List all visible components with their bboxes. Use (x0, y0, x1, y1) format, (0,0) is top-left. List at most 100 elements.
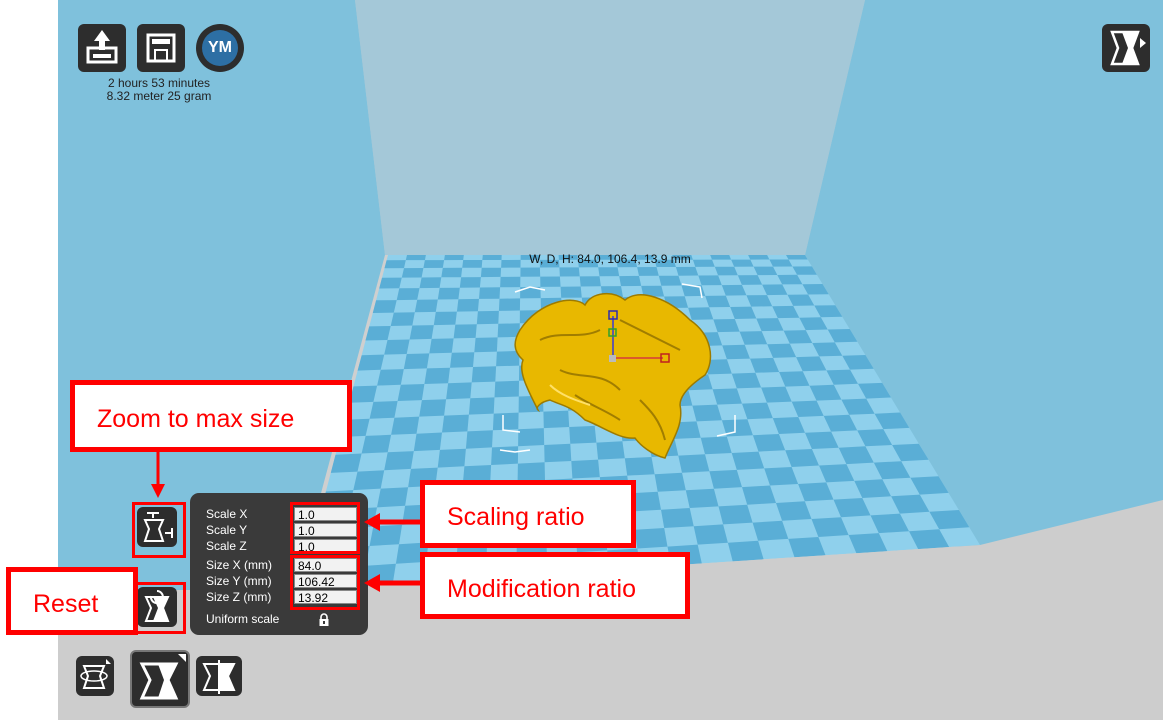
floor-tile (786, 255, 808, 260)
floor-tile (543, 410, 570, 429)
floor-tile (494, 380, 519, 398)
floor-tile (396, 288, 420, 301)
rotate-tool-button[interactable] (76, 656, 114, 696)
floor-tile (497, 323, 520, 338)
floor-tile (700, 436, 732, 455)
mirror-tool-button[interactable] (196, 656, 242, 696)
floor-tile (372, 300, 397, 313)
zoom-annotation: Zoom to max size (70, 380, 352, 452)
floor-tile (444, 255, 464, 261)
floor-tile (560, 286, 582, 298)
floor-tile (752, 520, 789, 541)
load-button[interactable] (78, 24, 126, 72)
floor-tile (357, 354, 385, 371)
floor-tile (748, 255, 770, 260)
floor-tile (409, 325, 434, 340)
floor-tile (429, 338, 454, 354)
floor-tile (361, 434, 392, 454)
floor-tile (330, 453, 362, 473)
floor-tile (474, 337, 498, 353)
floor-tile (437, 448, 466, 468)
floor-tile (480, 267, 502, 278)
floor-tile (377, 369, 404, 386)
save-button[interactable] (137, 24, 185, 72)
max-size-highlight (132, 502, 186, 558)
floor-tile (492, 412, 519, 431)
floor-tile (658, 275, 682, 286)
floor-tile (465, 430, 493, 449)
floor-tile (731, 259, 754, 267)
print-material: 8.32 meter 25 gram (106, 89, 212, 103)
scaling-annotation-text: Scaling ratio (447, 503, 585, 531)
floor-tile (390, 312, 415, 326)
modification-arrow (364, 574, 420, 592)
floor-tile (384, 339, 410, 355)
floor-tile (401, 268, 424, 278)
view-mode-icon (1110, 30, 1146, 66)
mirror-tool-icon (202, 660, 236, 694)
view-mode-button[interactable] (1102, 24, 1150, 72)
load-icon (86, 30, 118, 64)
floor-tile (540, 276, 561, 287)
reset-annotation: Reset (6, 567, 138, 635)
floor-tile (619, 275, 642, 287)
floor-tile (544, 443, 572, 463)
scale-x-label: Scale X (206, 507, 248, 521)
modification-annotation: Modification ratio (420, 552, 690, 619)
reset-annotation-text: Reset (33, 590, 99, 618)
floor-tile (500, 276, 521, 288)
floor-tile (693, 524, 728, 545)
scaling-arrow (364, 513, 420, 531)
floor-tile (377, 487, 409, 508)
rotate-tool-icon (80, 659, 111, 689)
floor-tile (391, 416, 420, 435)
floor-tile (468, 397, 495, 415)
back-wall (355, 0, 865, 255)
floor-tile (579, 276, 601, 287)
floor-tile (688, 307, 714, 320)
floor-tile (419, 277, 442, 289)
floor-tile (479, 287, 501, 299)
user-avatar-button[interactable]: YM (196, 24, 244, 72)
scale-tool-icon (139, 654, 186, 700)
floor-tile (624, 457, 655, 476)
floor-tile (456, 298, 479, 312)
floor-tile (476, 310, 499, 325)
floor-tile (433, 311, 457, 326)
size-y-label: Size Y (mm) (206, 574, 272, 588)
floor-tile (518, 428, 545, 447)
floor-tile (705, 295, 731, 308)
floor-tile (471, 366, 497, 383)
floor-tile (423, 260, 445, 268)
floor-tile (637, 267, 659, 276)
floor-tile (520, 267, 541, 277)
scaling-fields-highlight (290, 502, 360, 554)
scaling-annotation: Scaling ratio (420, 480, 636, 548)
floor-tile (462, 260, 483, 268)
floor-tile (569, 425, 597, 444)
floor-tile (496, 350, 520, 367)
save-icon (146, 33, 176, 63)
reset-highlight (132, 582, 186, 634)
floor-tile (685, 488, 719, 508)
floor-tile (678, 454, 710, 473)
floor-tile (731, 451, 765, 470)
floor-tile (675, 266, 699, 276)
floor-tile (450, 352, 475, 368)
lock-icon[interactable] (318, 613, 330, 627)
floor-tile (353, 470, 385, 491)
floor-tile (517, 462, 545, 482)
scale-y-label: Scale Y (206, 523, 248, 537)
floor-tile (384, 260, 406, 269)
floor-tile (365, 326, 391, 341)
floor-tile (571, 459, 600, 479)
floor-tile (441, 267, 463, 278)
floor-tile (727, 540, 764, 562)
scale-tool-button[interactable] (130, 650, 190, 708)
floor-tile (714, 266, 738, 276)
floor-tile (559, 267, 580, 277)
size-z-label: Size Z (mm) (206, 590, 272, 604)
floor-tile (413, 432, 442, 452)
print-estimate: 2 hours 53 minutes 8.32 meter 25 gram (74, 77, 244, 103)
uniform-scale-label: Uniform scale (206, 612, 280, 626)
